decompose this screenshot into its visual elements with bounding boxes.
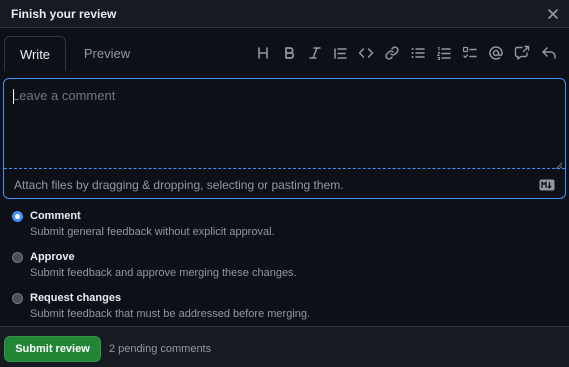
option-approve-label[interactable]: Approve	[30, 251, 75, 263]
attach-files-text[interactable]: Attach files by dragging & dropping, sel…	[14, 178, 344, 192]
option-comment-description: Submit general feedback without explicit…	[30, 226, 275, 238]
unordered-list-icon[interactable]	[408, 43, 428, 63]
quote-icon[interactable]	[330, 43, 350, 63]
submit-review-button[interactable]: Submit review	[4, 336, 101, 362]
reference-icon[interactable]	[512, 43, 532, 63]
attach-files-bar[interactable]: Attach files by dragging & dropping, sel…	[4, 168, 565, 198]
ordered-list-icon[interactable]	[434, 43, 454, 63]
mention-icon[interactable]	[486, 43, 506, 63]
heading-icon[interactable]	[253, 43, 273, 63]
comment-editor: Write Preview Leave a comment Attach fil…	[0, 28, 569, 201]
review-options: Comment Submit general feedback without …	[0, 201, 569, 326]
markdown-icon	[539, 178, 555, 191]
option-request-changes: Request changes Submit feedback that mus…	[0, 287, 569, 327]
reply-icon[interactable]	[539, 43, 559, 63]
markdown-toolbar	[253, 43, 561, 63]
task-list-icon[interactable]	[460, 43, 480, 63]
radio-approve[interactable]	[12, 252, 23, 263]
tab-write[interactable]: Write	[4, 36, 66, 71]
code-icon[interactable]	[356, 43, 376, 63]
text-caret	[13, 89, 14, 104]
option-comment: Comment Submit general feedback without …	[0, 205, 569, 245]
dialog-footer: Submit review 2 pending comments	[0, 326, 569, 367]
option-request-changes-label[interactable]: Request changes	[30, 292, 121, 304]
option-approve-description: Submit feedback and approve merging thes…	[30, 267, 297, 279]
dialog-header: Finish your review	[0, 0, 569, 28]
pending-comments-count: 2 pending comments	[109, 343, 212, 355]
tab-preview[interactable]: Preview	[70, 36, 144, 71]
option-approve: Approve Submit feedback and approve merg…	[0, 246, 569, 286]
comment-box: Attach files by dragging & dropping, sel…	[3, 78, 566, 199]
bold-icon[interactable]	[279, 43, 299, 63]
radio-comment[interactable]	[12, 211, 23, 222]
dialog-title: Finish your review	[11, 7, 117, 21]
option-request-changes-description: Submit feedback that must be addressed b…	[30, 308, 311, 320]
radio-request-changes[interactable]	[12, 293, 23, 304]
close-icon[interactable]	[544, 5, 562, 23]
option-comment-label[interactable]: Comment	[30, 210, 81, 222]
resize-handle-icon[interactable]	[555, 157, 563, 170]
link-icon[interactable]	[382, 43, 402, 63]
italic-icon[interactable]	[305, 43, 325, 63]
comment-textarea[interactable]	[4, 79, 565, 168]
